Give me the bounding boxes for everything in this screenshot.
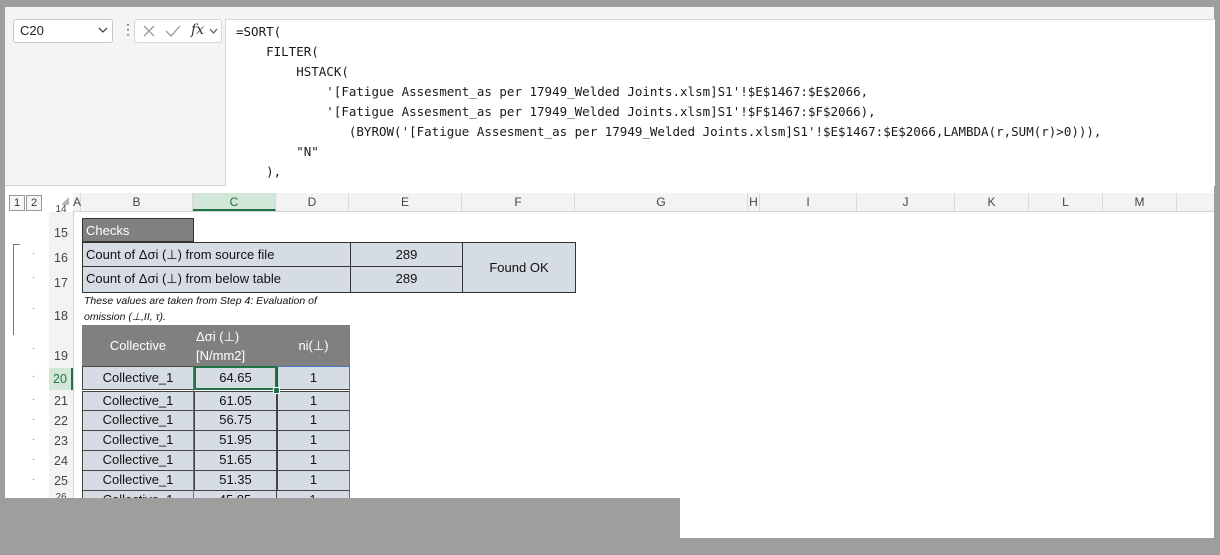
formula-bar-area: C20 ⋮ fx =SORT( FILTER( HSTACK( '[Fatigu… xyxy=(5,7,1215,186)
outline-level-1-button[interactable]: 1 xyxy=(9,195,25,211)
chevron-down-icon xyxy=(98,27,108,33)
name-box[interactable]: C20 xyxy=(13,19,113,43)
column-header-e[interactable]: E xyxy=(349,193,462,211)
formula-input[interactable]: =SORT( FILTER( HSTACK( '[Fatigue Assesme… xyxy=(225,19,1215,186)
select-all-corner[interactable] xyxy=(61,197,69,205)
row-header-14[interactable]: 14 xyxy=(49,205,73,215)
cancel-icon[interactable] xyxy=(142,24,156,38)
stress-cell[interactable]: 61.05 xyxy=(194,391,277,411)
stress-cell[interactable]: 51.65 xyxy=(194,451,277,471)
formula-line: "N" xyxy=(236,144,319,159)
cycles-cell[interactable]: 1 xyxy=(277,391,350,411)
column-header-d[interactable]: D xyxy=(276,193,349,211)
row-header-24[interactable]: 24 xyxy=(49,453,73,469)
table-count-label[interactable]: Count of Δσi (⊥) from below table xyxy=(82,267,350,293)
enter-check-icon[interactable] xyxy=(165,24,181,38)
outline-level-2-button[interactable]: 2 xyxy=(26,195,42,211)
formula-line: =SORT( xyxy=(236,24,282,39)
outline-dot: · xyxy=(32,394,36,405)
column-header-g[interactable]: G xyxy=(575,193,748,211)
window-edge xyxy=(680,498,1214,538)
row-header-19[interactable]: 19 xyxy=(49,348,73,364)
header-cycles[interactable]: ni(⊥) xyxy=(277,325,350,366)
cycles-cell[interactable]: 1 xyxy=(277,411,350,431)
column-header-c[interactable]: C xyxy=(193,193,276,211)
column-header-i[interactable]: I xyxy=(760,193,857,211)
outline-dot: · xyxy=(32,371,36,382)
collective-cell[interactable]: Collective_1 xyxy=(82,491,194,498)
collective-cell[interactable]: Collective_1 xyxy=(82,366,194,390)
outline-dot: · xyxy=(32,343,36,354)
formula-line: (BYROW('[Fatigue Assesment_as per 17949_… xyxy=(236,124,1102,139)
column-header-b[interactable]: B xyxy=(81,193,193,211)
stress-cell-selected[interactable]: 64.65 xyxy=(194,366,277,390)
source-note-line: omission (⊥,II, τ). xyxy=(84,311,166,323)
column-header-m[interactable]: M xyxy=(1103,193,1177,211)
chevron-down-icon[interactable] xyxy=(209,27,218,35)
source-count-label[interactable]: Count of Δσi (⊥) from source file xyxy=(82,242,350,267)
fill-handle[interactable] xyxy=(273,387,280,394)
stress-cell[interactable]: 45.85 xyxy=(194,491,277,498)
row-header-21[interactable]: 21 xyxy=(49,393,73,409)
check-status[interactable]: Found OK xyxy=(463,242,576,293)
source-note[interactable]: These values are taken from Step 4: Eval… xyxy=(84,293,344,325)
row-header-23[interactable]: 23 xyxy=(49,433,73,449)
stress-cell[interactable]: 56.75 xyxy=(194,411,277,431)
column-header-k[interactable]: K xyxy=(955,193,1029,211)
excel-window: C20 ⋮ fx =SORT( FILTER( HSTACK( '[Fatigu… xyxy=(5,7,1215,498)
row-header-16[interactable]: 16 xyxy=(49,250,73,266)
formula-line: HSTACK( xyxy=(236,64,349,79)
row-header-22[interactable]: 22 xyxy=(49,413,73,429)
outline-dot: · xyxy=(32,454,36,465)
row-header-15[interactable]: 15 xyxy=(49,225,73,241)
name-box-value: C20 xyxy=(20,23,44,38)
formula-buttons: fx xyxy=(134,19,222,43)
column-headers: A B C D E F G H I J K L M xyxy=(73,193,1214,212)
outline-dot: · xyxy=(32,434,36,445)
column-header-l[interactable]: L xyxy=(1029,193,1103,211)
column-header-f[interactable]: F xyxy=(462,193,575,211)
outline-dot: · xyxy=(32,474,36,485)
cycles-cell[interactable]: 1 xyxy=(277,491,350,498)
outline-dot: · xyxy=(32,414,36,425)
row-header-20[interactable]: 20 xyxy=(49,368,73,390)
formula-line: ), xyxy=(236,164,282,179)
collective-cell[interactable]: Collective_1 xyxy=(82,471,194,491)
column-header-j[interactable]: J xyxy=(857,193,955,211)
outline-dot: · xyxy=(32,248,36,259)
insert-function-button[interactable]: fx xyxy=(191,22,204,38)
collective-cell[interactable]: Collective_1 xyxy=(82,431,194,451)
more-options-icon[interactable]: ⋮ xyxy=(121,21,135,38)
column-header-a[interactable]: A xyxy=(73,193,81,211)
formula-line: FILTER( xyxy=(236,44,319,59)
stress-cell[interactable]: 51.35 xyxy=(194,471,277,491)
cycles-cell[interactable]: 1 xyxy=(277,431,350,451)
cycles-cell[interactable]: 1 xyxy=(277,366,350,390)
stress-cell[interactable]: 51.95 xyxy=(194,431,277,451)
source-note-line: These values are taken from Step 4: Eval… xyxy=(84,295,317,307)
row-header-17[interactable]: 17 xyxy=(49,275,73,291)
row-header-25[interactable]: 25 xyxy=(49,473,73,489)
checks-title[interactable]: Checks xyxy=(82,218,194,242)
formula-line: '[Fatigue Assesment_as per 17949_Welded … xyxy=(236,104,876,119)
collective-cell[interactable]: Collective_1 xyxy=(82,411,194,431)
outline-bracket[interactable] xyxy=(13,244,20,335)
collective-cell[interactable]: Collective_1 xyxy=(82,391,194,411)
header-stress-range[interactable]: Δσi (⊥) [N/mm2] xyxy=(194,325,277,366)
source-count-value[interactable]: 289 xyxy=(350,242,463,267)
formula-line: '[Fatigue Assesment_as per 17949_Welded … xyxy=(236,84,869,99)
collective-cell[interactable]: Collective_1 xyxy=(82,451,194,471)
cycles-cell[interactable]: 1 xyxy=(277,451,350,471)
header-collective[interactable]: Collective xyxy=(82,325,194,366)
outline-dot: · xyxy=(32,303,36,314)
outline-dot: · xyxy=(32,272,36,283)
outline-level-buttons: 12 xyxy=(9,193,43,211)
row-header-18[interactable]: 18 xyxy=(49,308,73,324)
cycles-cell[interactable]: 1 xyxy=(277,471,350,491)
table-count-value[interactable]: 289 xyxy=(350,267,463,293)
column-header-h[interactable]: H xyxy=(748,193,760,211)
row-header-26[interactable]: 26 xyxy=(49,493,73,498)
